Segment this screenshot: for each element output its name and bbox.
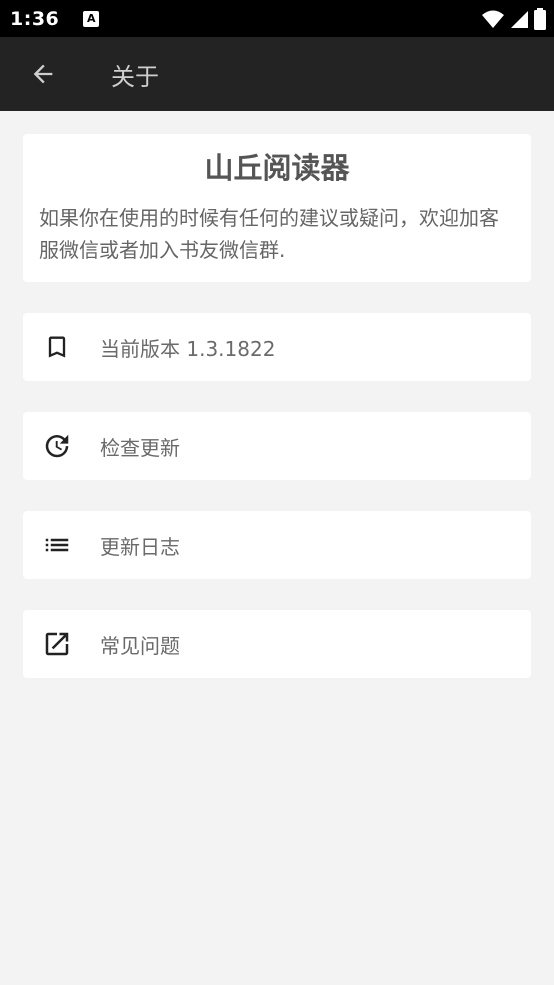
faq-row[interactable]: 常见问题	[23, 610, 531, 678]
faq-label: 常见问题	[100, 633, 180, 658]
notification-icon: A	[83, 10, 100, 27]
version-row[interactable]: 当前版本 1.3.1822	[23, 313, 531, 381]
app-bar: 关于	[0, 37, 554, 111]
wifi-icon	[482, 10, 504, 28]
status-time: 1:36	[10, 7, 60, 30]
intro-card: 山丘阅读器 如果你在使用的时候有任何的建议或疑问，欢迎加客服微信或者加入书友微信…	[23, 134, 531, 282]
battery-icon	[534, 8, 546, 30]
signal-icon	[511, 11, 528, 28]
status-bar: 1:36 A	[0, 0, 554, 37]
list-icon	[40, 528, 74, 562]
intro-description: 如果你在使用的时候有任何的建议或疑问，欢迎加客服微信或者加入书友微信群.	[39, 206, 499, 262]
version-label: 当前版本 1.3.1822	[100, 336, 276, 361]
status-icons	[482, 8, 546, 30]
update-clock-icon	[40, 429, 74, 463]
arrow-left-icon	[33, 64, 53, 84]
check-update-label: 检查更新	[100, 435, 180, 460]
open-external-icon	[40, 627, 74, 661]
check-update-row[interactable]: 检查更新	[23, 412, 531, 480]
changelog-label: 更新日志	[100, 534, 180, 559]
app-name: 山丘阅读器	[204, 151, 350, 185]
changelog-row[interactable]: 更新日志	[23, 511, 531, 579]
bookmark-icon	[40, 330, 74, 364]
content: 山丘阅读器 如果你在使用的时候有任何的建议或疑问，欢迎加客服微信或者加入书友微信…	[23, 134, 531, 678]
back-button[interactable]	[15, 46, 71, 102]
page-title: 关于	[111, 62, 159, 91]
